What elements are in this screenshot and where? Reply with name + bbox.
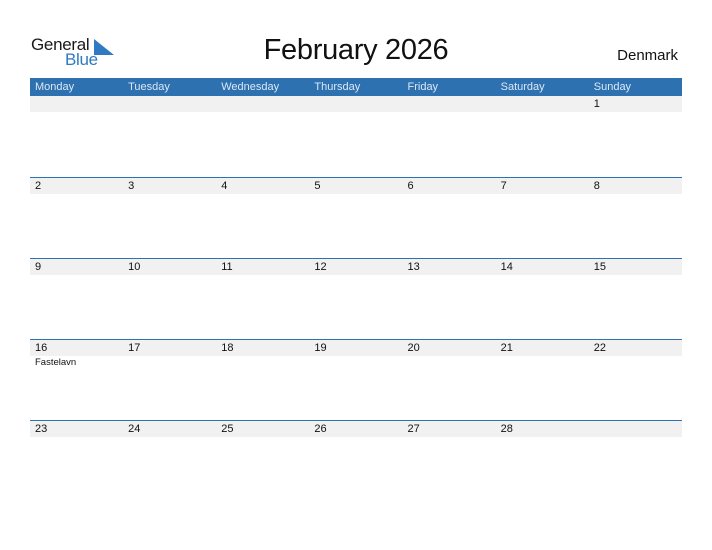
day-number: 13: [407, 261, 420, 273]
day-number: 2: [35, 180, 42, 192]
day-cell: 4: [216, 178, 309, 194]
weekday-friday: Friday: [407, 81, 439, 93]
day-cell: [30, 96, 123, 112]
day-cell: [403, 96, 496, 112]
day-number: [128, 96, 216, 112]
week-row: 1: [30, 96, 682, 177]
day-number: 20: [407, 342, 420, 354]
week-row: 16 Fastelavn 17 18 19 20 21 22: [30, 339, 682, 420]
day-cell: 14: [496, 259, 589, 275]
day-cell: [123, 96, 216, 112]
day-cell: 6: [403, 178, 496, 194]
day-cell: [496, 96, 589, 112]
day-number: 3: [128, 180, 135, 192]
day-number: 22: [593, 342, 606, 354]
weekday-saturday: Saturday: [500, 81, 545, 93]
day-cell: 8: [589, 178, 682, 194]
day-number: 11: [221, 261, 233, 273]
day-cell: 2: [30, 178, 123, 194]
day-cell: 3: [123, 178, 216, 194]
day-number: [408, 96, 496, 112]
week-row: 2 3 4 5 6 7 8: [30, 177, 682, 258]
day-cell: [216, 96, 309, 112]
day-number: 27: [407, 423, 420, 435]
day-cell: 15: [589, 259, 682, 275]
day-number: [35, 96, 123, 112]
weekday-thursday: Thursday: [314, 81, 361, 93]
day-number: [314, 96, 402, 112]
day-number: 14: [500, 261, 513, 273]
day-number: 19: [314, 342, 327, 354]
day-number: 17: [128, 342, 141, 354]
country-label: Denmark: [617, 47, 678, 64]
day-number: 4: [221, 180, 228, 192]
day-number: 8: [593, 180, 600, 192]
day-number: 25: [221, 423, 234, 435]
day-cell: 25: [216, 421, 309, 437]
day-number: 26: [314, 423, 327, 435]
day-number: 28: [500, 423, 513, 435]
day-cell: 26: [309, 421, 402, 437]
day-number: 23: [35, 423, 48, 435]
day-cell: [309, 96, 402, 112]
day-cell: 17: [123, 340, 216, 369]
day-number: 6: [407, 180, 414, 192]
day-cell: 28: [496, 421, 589, 437]
day-number: [221, 96, 309, 112]
day-cell: [589, 421, 682, 437]
day-cell: 18: [216, 340, 309, 369]
day-number: 15: [593, 261, 606, 273]
day-number: 12: [314, 261, 327, 273]
weekday-sunday: Sunday: [593, 81, 632, 93]
day-number: 21: [500, 342, 513, 354]
calendar-grid: Monday Tuesday Wednesday Thursday Friday…: [30, 78, 682, 501]
day-cell: 21: [496, 340, 589, 369]
day-cell: 16 Fastelavn: [30, 340, 123, 369]
weekday-tuesday: Tuesday: [128, 81, 170, 93]
day-cell: 22: [589, 340, 682, 369]
day-cell: 24: [123, 421, 216, 437]
weekday-wednesday: Wednesday: [221, 81, 280, 93]
day-cell: 9: [30, 259, 123, 275]
weekday-header: Monday Tuesday Wednesday Thursday Friday…: [30, 78, 682, 96]
day-number: 9: [35, 261, 42, 273]
day-number: 16: [35, 342, 48, 354]
page-title: February 2026: [263, 34, 449, 66]
day-number: [501, 96, 589, 112]
holiday-label: Fastelavn: [35, 357, 77, 368]
day-number: 5: [314, 180, 321, 192]
day-cell: 27: [403, 421, 496, 437]
day-cell: 7: [496, 178, 589, 194]
day-number: 18: [221, 342, 234, 354]
day-number: 10: [128, 261, 141, 273]
day-number: 24: [128, 423, 141, 435]
day-number: [594, 421, 682, 437]
day-cell: 1: [589, 96, 682, 112]
day-cell: 10: [123, 259, 216, 275]
day-cell: 12: [309, 259, 402, 275]
day-cell: 5: [309, 178, 402, 194]
weekday-monday: Monday: [35, 81, 75, 93]
day-cell: 19: [309, 340, 402, 369]
day-cell: 23: [30, 421, 123, 437]
day-cell: 13: [403, 259, 496, 275]
week-row: 23 24 25 26 27 28: [30, 420, 682, 501]
day-cell: 20: [403, 340, 496, 369]
day-number: 1: [593, 98, 600, 110]
day-number: 7: [500, 180, 507, 192]
week-row: 9 10 11 12 13 14 15: [30, 258, 682, 339]
day-cell: 11: [216, 259, 309, 275]
